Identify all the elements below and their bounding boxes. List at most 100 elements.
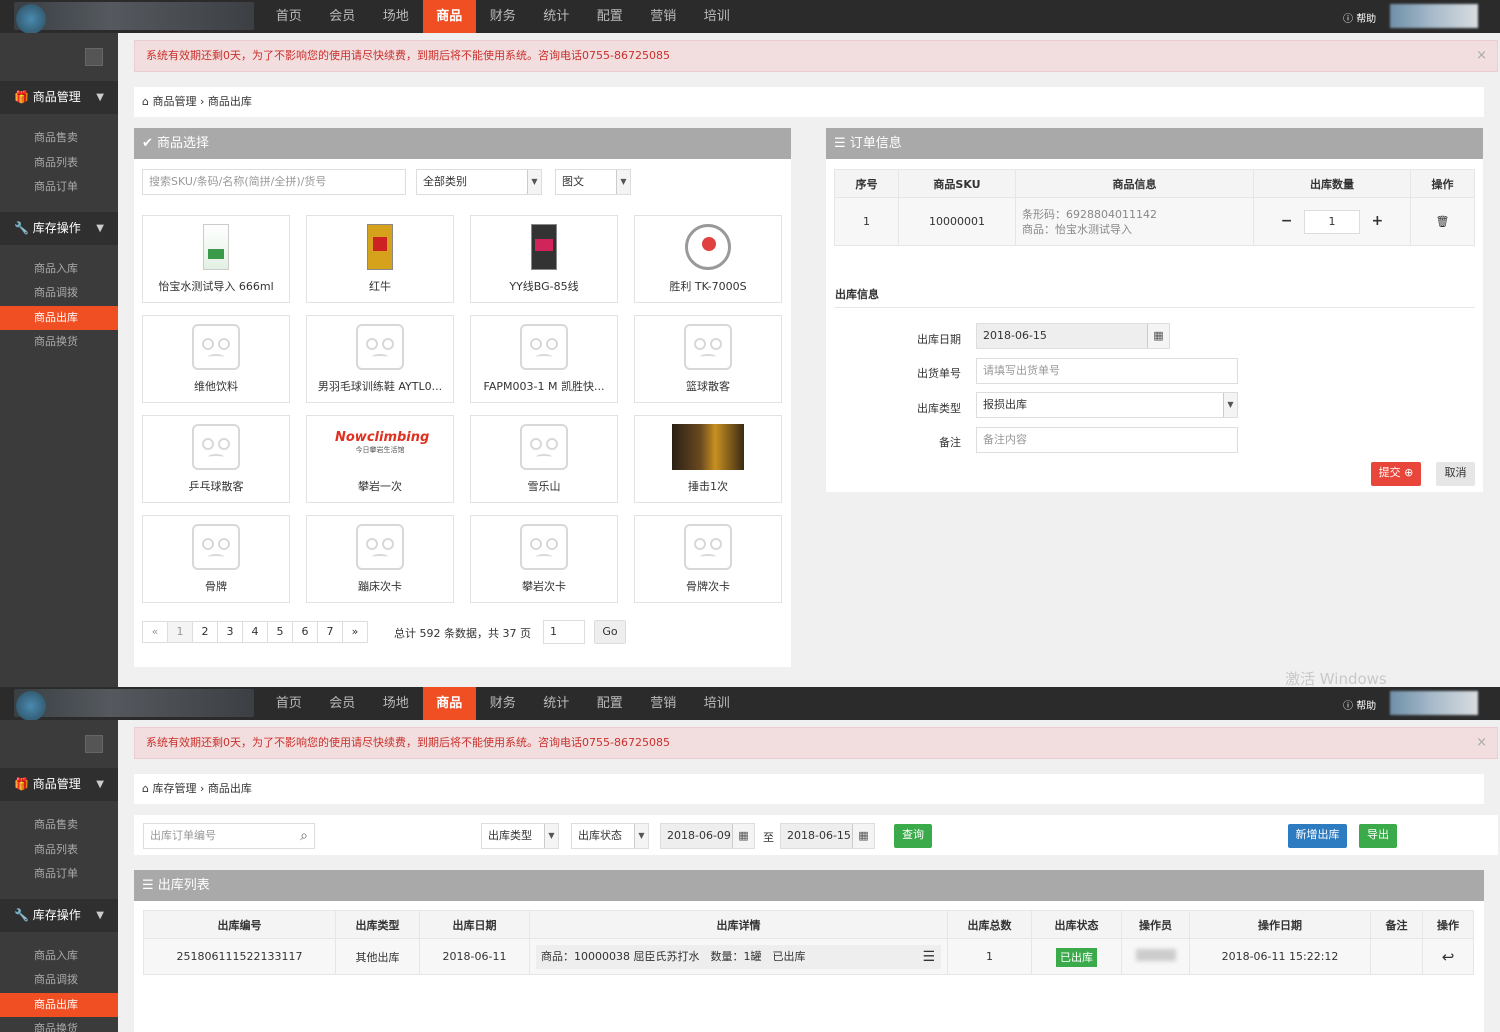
nav-marketing[interactable]: 营销 <box>637 0 691 33</box>
user-avatar[interactable] <box>1390 691 1478 715</box>
go-button[interactable]: Go <box>594 620 626 644</box>
new-out-button[interactable]: 新增出库 <box>1288 824 1347 848</box>
nav-finance[interactable]: 财务 <box>476 0 530 33</box>
nav-finance[interactable]: 财务 <box>476 687 530 720</box>
out-status-filter[interactable]: 出库状态 ▼ <box>571 823 649 849</box>
help-link[interactable]: ⓘ 帮助 <box>1343 10 1376 25</box>
page-2[interactable]: 2 <box>192 621 218 643</box>
date-from-input[interactable]: 2018-06-09 ▦ <box>660 823 755 849</box>
sidebar-item-sell[interactable]: 商品售卖 <box>0 813 118 838</box>
sidebar-group-stock[interactable]: 🔧 库存操作 ▼ <box>0 211 118 245</box>
calendar-icon[interactable]: ▦ <box>1147 324 1169 348</box>
nav-goods[interactable]: 商品 <box>422 0 476 33</box>
nav-home[interactable]: 首页 <box>262 687 316 720</box>
nav-config[interactable]: 配置 <box>583 687 637 720</box>
order-no-search-input[interactable]: 出库订单编号 ⌕ <box>143 823 315 849</box>
sidebar-item-orders[interactable]: 商品订单 <box>0 862 118 887</box>
page-jump-input[interactable]: 1 <box>543 620 585 644</box>
product-search-input[interactable]: 搜索SKU/条码/名称(简拼/全拼)/货号 <box>142 169 406 195</box>
calendar-icon[interactable]: ▦ <box>852 824 874 848</box>
sidebar-item-sell[interactable]: 商品售卖 <box>0 126 118 151</box>
nav-member[interactable]: 会员 <box>316 0 370 33</box>
nav-training[interactable]: 培训 <box>690 0 744 33</box>
nav-home[interactable]: 首页 <box>262 0 316 33</box>
sidebar-item-stock-in[interactable]: 商品入库 <box>0 257 118 282</box>
sidebar-toggle[interactable] <box>0 720 118 768</box>
nav-stats[interactable]: 统计 <box>530 687 584 720</box>
product-card[interactable]: 捶击1次 <box>634 415 782 503</box>
sidebar-item-list[interactable]: 商品列表 <box>0 151 118 176</box>
nav-venue[interactable]: 场地 <box>369 0 423 33</box>
page-4[interactable]: 4 <box>242 621 268 643</box>
export-button[interactable]: 导出 <box>1359 824 1397 848</box>
submit-button[interactable]: 提交 ⊕ <box>1371 462 1421 486</box>
nav-stats[interactable]: 统计 <box>530 0 584 33</box>
product-card[interactable]: 蹦床次卡 <box>306 515 454 603</box>
bill-no-input[interactable]: 请填写出货单号 <box>976 358 1238 384</box>
out-date-input[interactable]: 2018-06-15 ▦ <box>976 323 1170 349</box>
product-card[interactable]: YY线BG-85线 <box>470 215 618 303</box>
product-card[interactable]: 骨牌次卡 <box>634 515 782 603</box>
product-card[interactable]: 胜利 TK-7000S <box>634 215 782 303</box>
help-link[interactable]: ⓘ 帮助 <box>1343 697 1376 712</box>
product-card[interactable]: 红牛 <box>306 215 454 303</box>
nav-goods[interactable]: 商品 <box>422 687 476 720</box>
minus-button[interactable]: − <box>1281 213 1293 229</box>
query-button[interactable]: 查询 <box>894 824 932 848</box>
nav-member[interactable]: 会员 <box>316 687 370 720</box>
product-card[interactable]: 攀岩次卡 <box>470 515 618 603</box>
undo-button[interactable]: ↩ <box>1422 938 1474 975</box>
product-card[interactable]: 乒乓球散客 <box>142 415 290 503</box>
placeholder-image-icon <box>192 324 240 370</box>
user-avatar[interactable] <box>1390 4 1478 28</box>
plus-button[interactable]: + <box>1372 213 1384 229</box>
nav-config[interactable]: 配置 <box>583 0 637 33</box>
page-next[interactable]: » <box>342 621 368 643</box>
page-5[interactable]: 5 <box>267 621 293 643</box>
close-icon[interactable]: × <box>1476 728 1487 758</box>
cancel-button[interactable]: 取消 <box>1436 462 1475 486</box>
out-type-select[interactable]: 报损出库 ▼ <box>976 392 1238 418</box>
product-card[interactable]: FAPM003-1 M 凯胜快... <box>470 315 618 403</box>
detail-list-icon[interactable]: ☰ <box>922 945 935 969</box>
sidebar-item-transfer[interactable]: 商品调拨 <box>0 968 118 993</box>
delete-button[interactable]: 🗑 <box>1410 197 1475 246</box>
out-type-filter[interactable]: 出库类型 ▼ <box>481 823 559 849</box>
sidebar-item-stock-out[interactable]: 商品出库 <box>0 992 118 1017</box>
product-card[interactable]: Nowclimbing 今日攀岩生活馆 攀岩一次 <box>306 415 454 503</box>
sidebar-group-stock[interactable]: 🔧 库存操作 ▼ <box>0 898 118 932</box>
close-icon[interactable]: × <box>1476 41 1487 71</box>
sidebar-toggle[interactable] <box>0 33 118 81</box>
nav-marketing[interactable]: 营销 <box>637 687 691 720</box>
product-card[interactable]: 篮球散客 <box>634 315 782 403</box>
category-select[interactable]: 全部类别 ▼ <box>416 169 542 195</box>
date-to-input[interactable]: 2018-06-15 ▦ <box>780 823 875 849</box>
calendar-icon[interactable]: ▦ <box>732 824 754 848</box>
product-card[interactable]: 怡宝水测试导入 666ml <box>142 215 290 303</box>
qty-input[interactable]: 1 <box>1304 209 1360 234</box>
page-3[interactable]: 3 <box>217 621 243 643</box>
product-card[interactable]: 维他饮料 <box>142 315 290 403</box>
sidebar-item-exchange[interactable]: 商品换货 <box>0 1017 118 1032</box>
sidebar-item-orders[interactable]: 商品订单 <box>0 175 118 200</box>
sidebar-item-list[interactable]: 商品列表 <box>0 838 118 863</box>
view-mode-select[interactable]: 图文 ▼ <box>555 169 631 195</box>
page-1[interactable]: 1 <box>167 621 193 643</box>
search-icon[interactable]: ⌕ <box>300 824 308 848</box>
sidebar-group-goods[interactable]: 🎁 商品管理 ▼ <box>0 768 118 801</box>
page-prev[interactable]: « <box>142 621 168 643</box>
product-card[interactable]: 骨牌 <box>142 515 290 603</box>
remark-input[interactable]: 备注内容 <box>976 427 1238 453</box>
page-7[interactable]: 7 <box>317 621 343 643</box>
product-card[interactable]: 男羽毛球训练鞋 AYTL0... <box>306 315 454 403</box>
page-6[interactable]: 6 <box>292 621 318 643</box>
nav-venue[interactable]: 场地 <box>369 687 423 720</box>
sidebar-item-transfer[interactable]: 商品调拨 <box>0 281 118 306</box>
sidebar-group-goods[interactable]: 🎁 商品管理 ▼ <box>0 81 118 114</box>
sidebar-item-stock-in[interactable]: 商品入库 <box>0 944 118 969</box>
sidebar-item-exchange[interactable]: 商品换货 <box>0 330 118 355</box>
product-card[interactable]: 雪乐山 <box>470 415 618 503</box>
alert-text: 系统有效期还剩0天，为了不影响您的使用请尽快续费，到期后将不能使用系统。咨询电话… <box>146 736 670 749</box>
nav-training[interactable]: 培训 <box>690 687 744 720</box>
sidebar-item-stock-out[interactable]: 商品出库 <box>0 305 118 330</box>
